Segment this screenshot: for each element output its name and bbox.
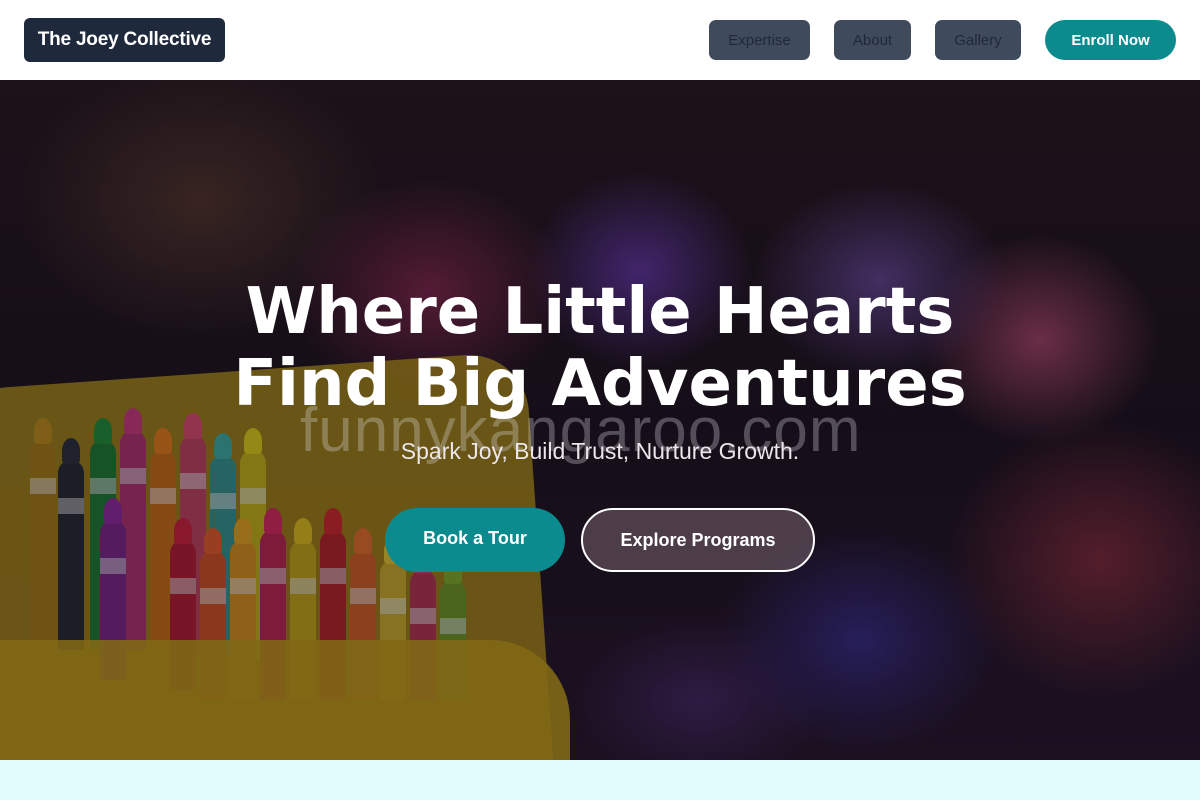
next-section-band	[0, 760, 1200, 800]
site-header: The Joey Collective Expertise About Gall…	[0, 0, 1200, 80]
site-logo[interactable]: The Joey Collective	[24, 18, 225, 62]
nav-expertise-button[interactable]: Expertise	[709, 20, 810, 60]
nav-about-button[interactable]: About	[834, 20, 911, 60]
hero-subtitle: Spark Joy, Build Trust, Nurture Growth.	[400, 438, 800, 464]
hero-section: funnykangaroo.com Where Little Hearts Fi…	[0, 80, 1200, 760]
hero-title: Where Little Hearts Find Big Adventures	[0, 276, 1200, 420]
nav-gallery-button[interactable]: Gallery	[935, 20, 1021, 60]
enroll-now-button[interactable]: Enroll Now	[1045, 20, 1176, 60]
explore-programs-button[interactable]: Explore Programs	[581, 508, 815, 572]
book-tour-button[interactable]: Book a Tour	[385, 508, 565, 572]
hero-title-line-1: Where Little Hearts	[245, 275, 955, 349]
hero-title-line-2: Find Big Adventures	[233, 347, 967, 421]
